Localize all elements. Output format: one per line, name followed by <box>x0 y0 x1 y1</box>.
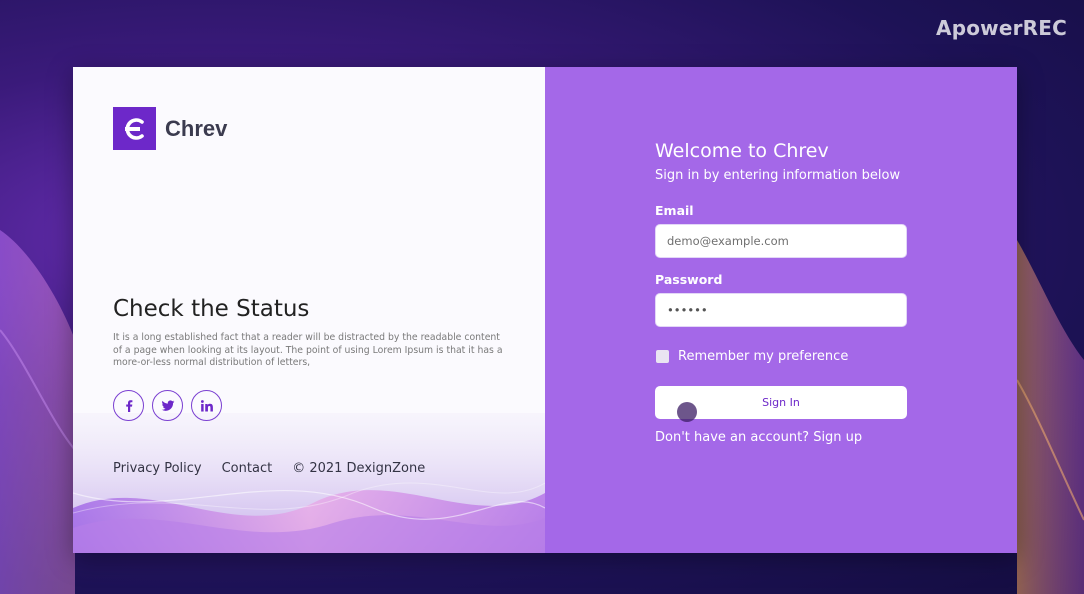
recorder-watermark: ApowerREC <box>936 16 1067 40</box>
email-field[interactable] <box>655 224 907 258</box>
linkedin-icon <box>200 399 213 412</box>
privacy-policy-link[interactable]: Privacy Policy <box>113 461 202 476</box>
form-subtitle: Sign in by entering information below <box>655 168 901 183</box>
signin-form: Welcome to Chrev Sign in by entering inf… <box>655 140 907 445</box>
remember-preference[interactable]: Remember my preference <box>655 349 907 364</box>
wave-decoration <box>73 413 545 553</box>
remember-checkbox[interactable] <box>656 350 669 363</box>
panel-title: Check the Status <box>113 296 310 322</box>
password-label: Password <box>655 272 723 287</box>
brand-name: Chrev <box>165 115 228 141</box>
facebook-icon <box>125 399 132 412</box>
twitter-link[interactable] <box>152 390 183 421</box>
facebook-link[interactable] <box>113 390 144 421</box>
copyright-text: © 2021 DexignZone <box>292 461 426 476</box>
panel-description: It is a long established fact that a rea… <box>113 332 503 368</box>
form-heading: Welcome to Chrev <box>655 140 829 162</box>
brand-logo[interactable]: Chrev <box>113 107 227 150</box>
footer-links: Privacy Policy Contact © 2021 DexignZone <box>113 461 425 476</box>
login-card: Chrev Check the Status It is a long esta… <box>73 67 1017 553</box>
twitter-icon <box>161 399 174 411</box>
linkedin-link[interactable] <box>191 390 222 421</box>
info-panel: Chrev Check the Status It is a long esta… <box>73 67 545 553</box>
sign-up-link[interactable]: Don't have an account? Sign up <box>655 430 907 445</box>
mouse-cursor-indicator <box>677 402 697 422</box>
contact-link[interactable]: Contact <box>222 461 273 476</box>
remember-label: Remember my preference <box>678 349 849 364</box>
password-field[interactable] <box>655 293 907 327</box>
email-label: Email <box>655 203 694 218</box>
signin-panel: Welcome to Chrev Sign in by entering inf… <box>545 67 1017 553</box>
logo-mark-icon <box>113 107 156 150</box>
social-links <box>113 390 222 421</box>
